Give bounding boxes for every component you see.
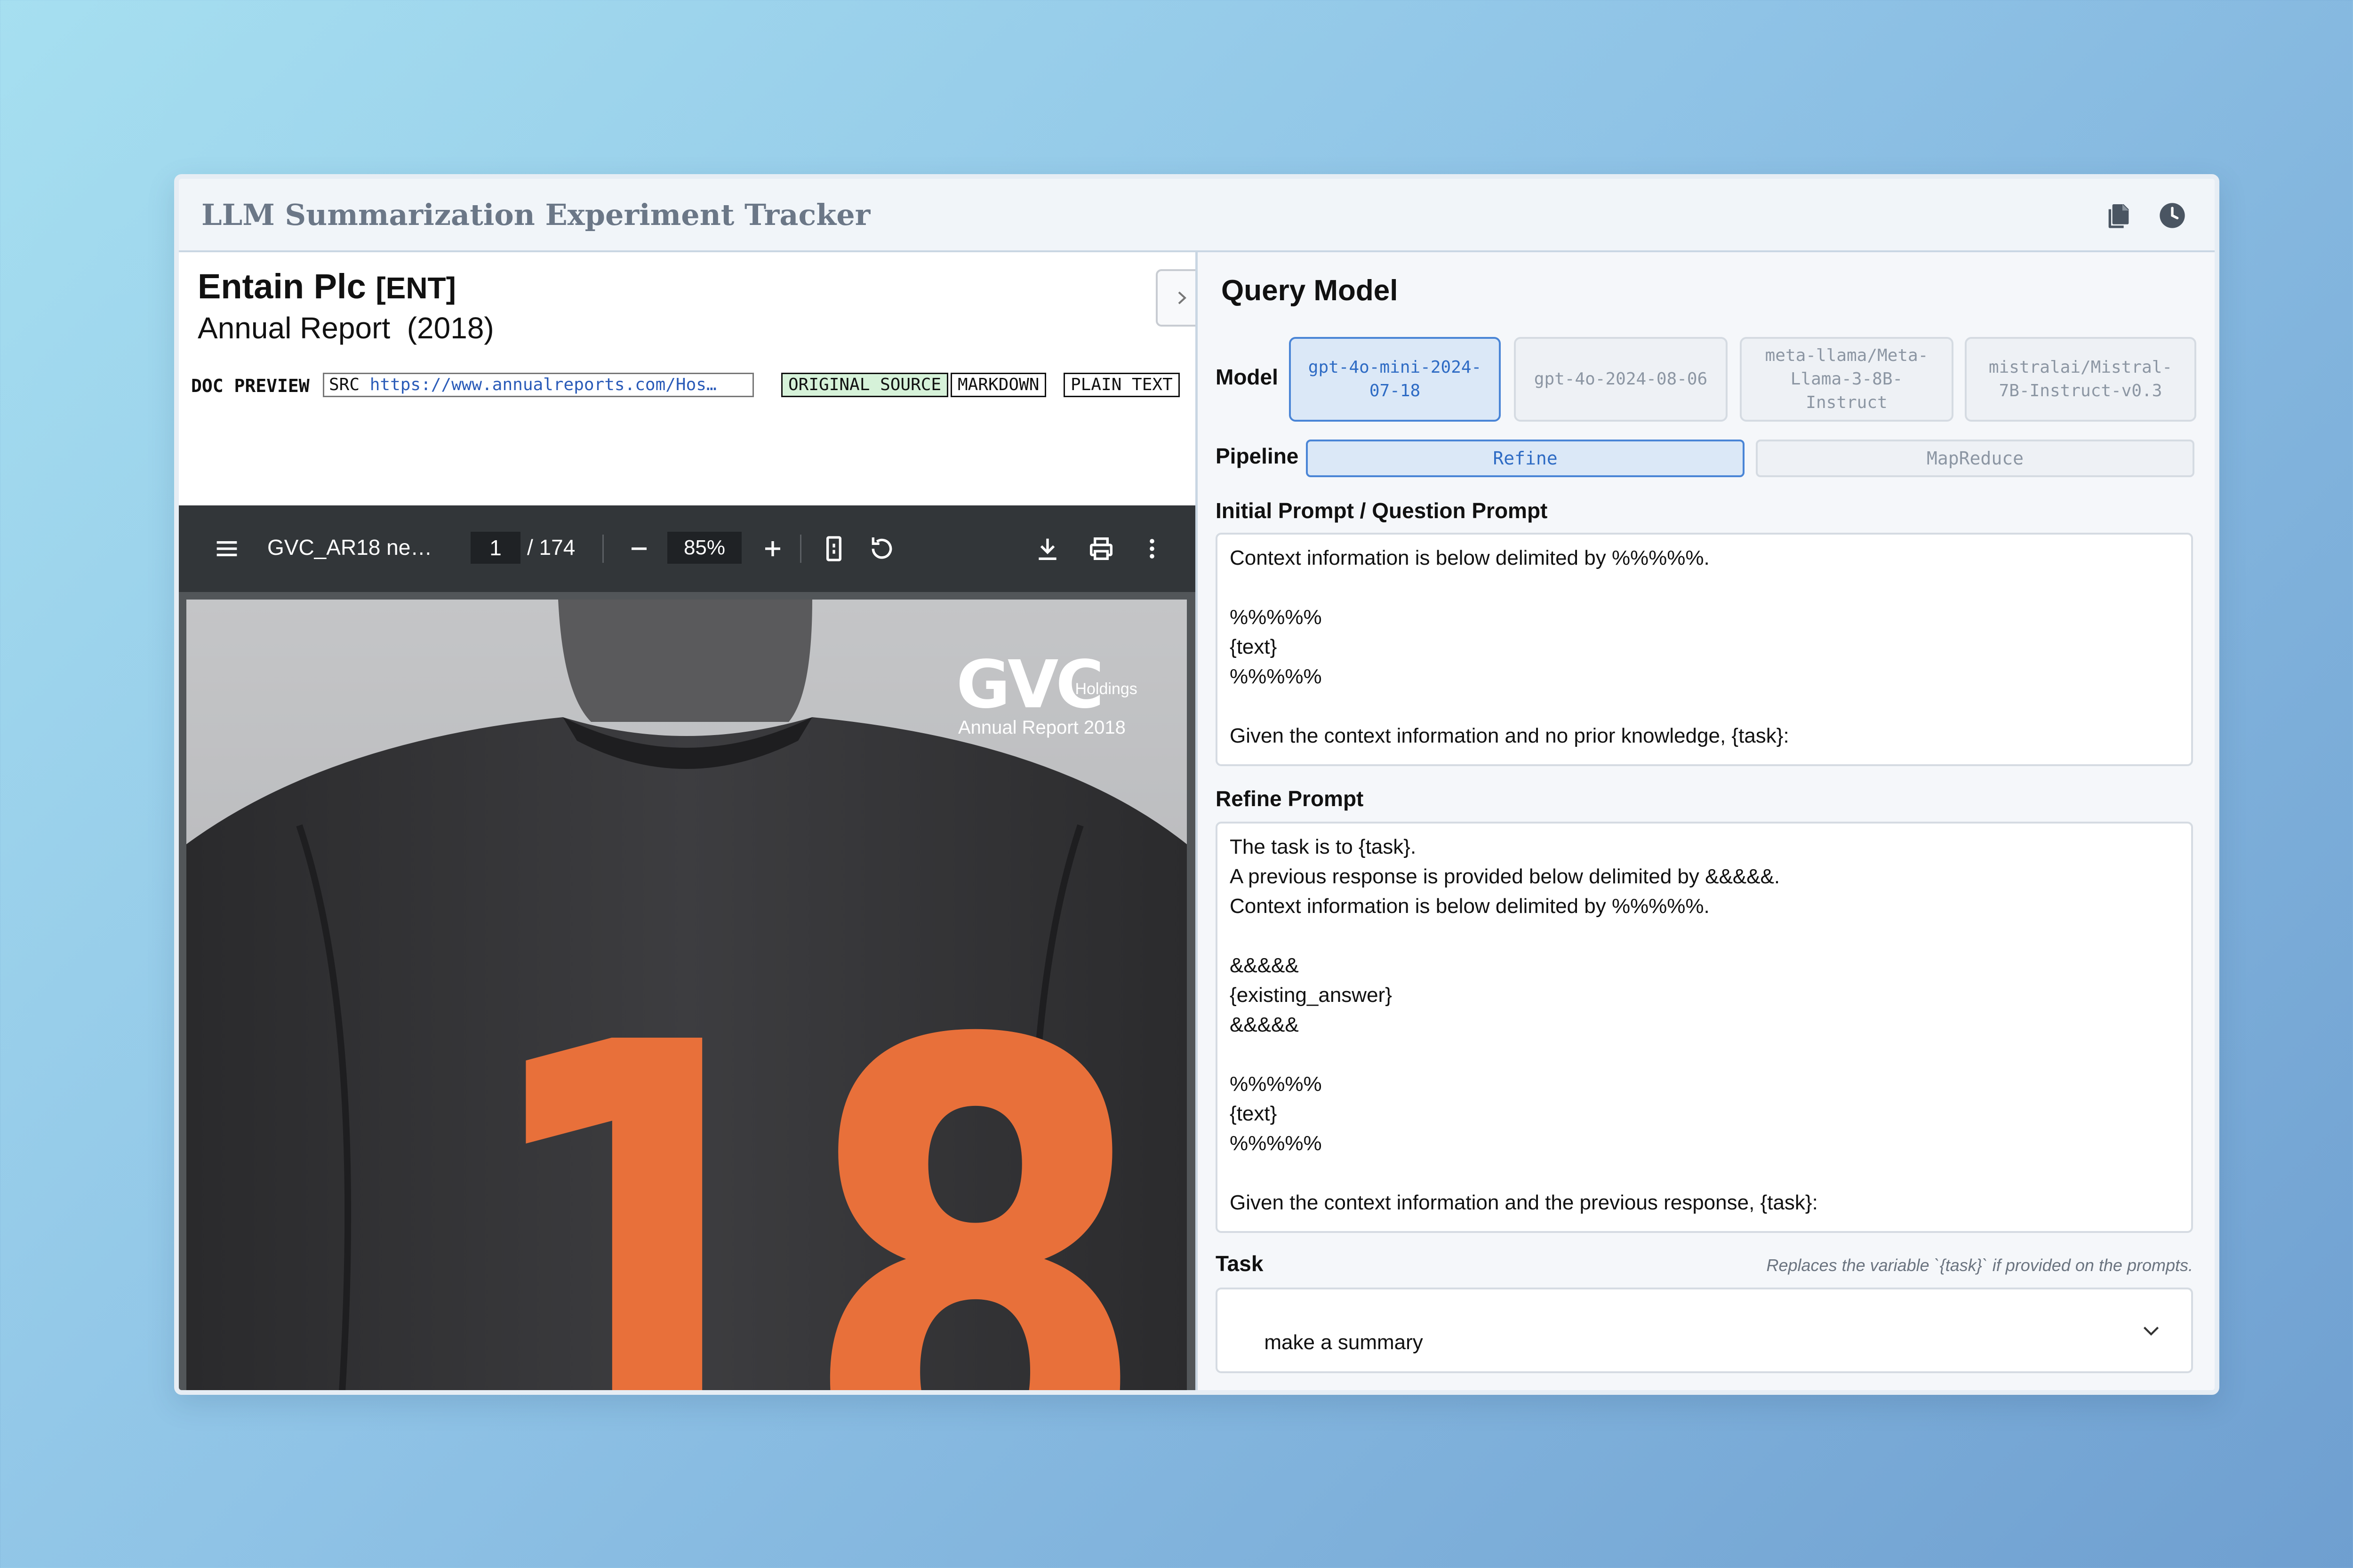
task-label: Task <box>1216 1251 1264 1276</box>
doc-preview-bar: DOC PREVIEW SRC https://www.annualreport… <box>191 373 1183 398</box>
task-hint: Replaces the variable `{task}` if provid… <box>1766 1256 2193 1275</box>
pipeline-option-refine[interactable]: Refine <box>1306 440 1745 477</box>
source-url-field[interactable]: SRC https://www.annualreports.com/Hos… <box>323 373 754 397</box>
source-url-link[interactable]: https://www.annualreports.com/Hos… <box>370 375 717 394</box>
model-label: Model <box>1216 365 1278 389</box>
title-bar: LLM Summarization Experiment Tracker <box>179 179 2215 252</box>
model-option-mistral-7b[interactable]: mistralai/Mistral-7B-Instruct-v0.3 <box>1965 337 2196 422</box>
query-model-title: Query Model <box>1221 274 1398 307</box>
zoom-in-icon[interactable] <box>758 534 788 564</box>
pdf-viewer: GVC_AR18 ne… 1 / 174 85% 18 GVC Holdings… <box>179 505 1195 1395</box>
zoom-level-input[interactable]: 85% <box>667 532 742 564</box>
gvc-logo: GVC Holdings <box>956 647 1166 723</box>
src-label: SRC <box>329 375 360 394</box>
cover-caption: Annual Report 2018 <box>958 717 1126 738</box>
logo-subbrand: Holdings <box>1075 680 1137 698</box>
doc-preview-label: DOC PREVIEW <box>191 376 310 396</box>
company-ticker: [ENT] <box>376 271 456 305</box>
fit-page-icon[interactable] <box>819 534 849 564</box>
task-input[interactable]: make a summary <box>1216 1288 2193 1373</box>
model-option-llama-3-8b[interactable]: meta-llama/Meta-Llama-3-8B-Instruct <box>1740 337 1953 422</box>
print-icon[interactable] <box>1086 534 1116 564</box>
app-title: LLM Summarization Experiment Tracker <box>201 198 871 232</box>
task-value: make a summary <box>1264 1331 1423 1354</box>
tab-markdown[interactable]: MARKDOWN <box>951 373 1047 397</box>
pdf-page-cover: 18 GVC Holdings Annual Report 2018 <box>186 600 1187 1395</box>
app-window: LLM Summarization Experiment Tracker Ent… <box>174 174 2219 1395</box>
report-heading: Annual Report (2018) <box>198 311 494 345</box>
company-name: Entain Plc <box>198 267 366 306</box>
pipeline-option-mapreduce[interactable]: MapReduce <box>1756 440 2194 477</box>
refine-prompt-textarea[interactable]: The task is to {task}. A previous respon… <box>1216 822 2193 1233</box>
refine-prompt-label: Refine Prompt <box>1216 786 1364 811</box>
report-type: Annual Report <box>198 311 391 345</box>
history-clock-icon[interactable] <box>2157 200 2187 231</box>
download-icon[interactable] <box>1032 534 1063 564</box>
copy-documents-icon[interactable] <box>2104 200 2134 231</box>
rotate-icon[interactable] <box>867 534 897 564</box>
zoom-out-icon[interactable] <box>624 534 654 564</box>
model-option-gpt-4o-mini[interactable]: gpt-4o-mini-2024-07-18 <box>1289 337 1501 422</box>
jersey-number: 18 <box>469 909 1152 1395</box>
pdf-toolbar: GVC_AR18 ne… 1 / 174 85% <box>179 505 1195 592</box>
initial-prompt-textarea[interactable]: Context information is below delimited b… <box>1216 533 2193 766</box>
more-options-icon[interactable] <box>1137 534 1167 564</box>
tab-plain-text[interactable]: PLAIN TEXT <box>1064 373 1180 397</box>
pipeline-label: Pipeline <box>1216 444 1299 468</box>
initial-prompt-label: Initial Prompt / Question Prompt <box>1216 498 1548 523</box>
page-total: / 174 <box>527 535 576 560</box>
report-year: (2018) <box>407 311 494 345</box>
query-pane: Query Model Model gpt-4o-mini-2024-07-18… <box>1195 252 2215 1390</box>
toolbar-divider <box>800 535 801 563</box>
tab-original-source[interactable]: ORIGINAL SOURCE <box>781 373 949 397</box>
menu-icon[interactable] <box>212 534 242 564</box>
pdf-filename: GVC_AR18 ne… <box>267 535 432 560</box>
toolbar-divider <box>602 535 604 563</box>
company-heading: Entain Plc [ENT] <box>198 266 456 306</box>
chevron-down-icon[interactable] <box>2139 1319 2163 1342</box>
model-option-gpt-4o[interactable]: gpt-4o-2024-08-06 <box>1514 337 1728 422</box>
page-number-input[interactable]: 1 <box>471 532 520 564</box>
